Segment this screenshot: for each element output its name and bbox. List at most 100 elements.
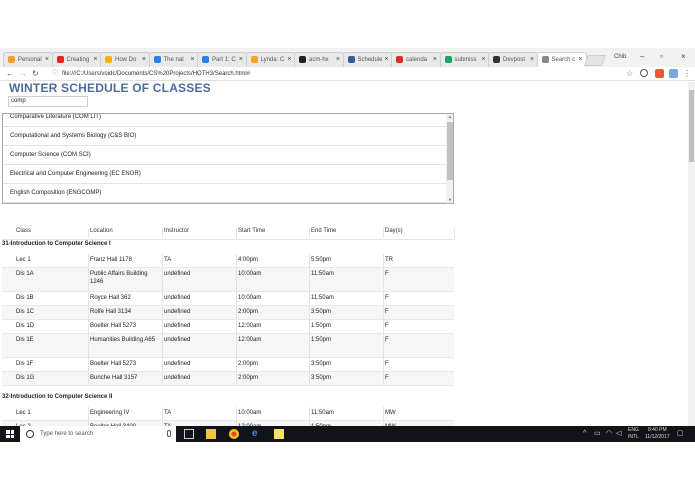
subject-option[interactable]: Computational and Systems Biology (C&S B… <box>3 127 446 146</box>
listbox-scroll-thumb[interactable] <box>447 122 453 180</box>
tab-close-icon[interactable]: × <box>142 53 146 67</box>
column-header: Class <box>16 228 32 234</box>
address-bar[interactable]: ⓘ file:///C:/Users/voidc/Documents/CS%20P… <box>52 67 250 81</box>
wifi-icon[interactable]: ◠ <box>606 426 612 442</box>
cell-divider <box>383 306 384 319</box>
extension-icon[interactable] <box>640 69 648 77</box>
extension-icon-2[interactable] <box>669 69 678 78</box>
cell-divider <box>88 407 89 420</box>
tray-chevron-icon[interactable]: ^ <box>583 426 586 442</box>
browser-tab[interactable]: Lynda: C × <box>245 52 296 67</box>
bookmark-star-icon[interactable]: ☆ <box>626 67 633 81</box>
browser-tab[interactable]: The nat × <box>148 52 199 67</box>
browser-tab[interactable]: submiss × <box>439 52 490 67</box>
header-divider <box>2 239 454 240</box>
cell-divider <box>383 334 384 357</box>
subject-option[interactable]: Computer Science (COM SCI) <box>3 146 446 165</box>
cell-divider <box>383 407 384 420</box>
cell-divider <box>309 292 310 305</box>
table-cell-days: F <box>385 295 389 301</box>
browser-tab[interactable]: acm-hx × <box>294 52 344 67</box>
volume-icon[interactable]: ◁ <box>616 426 621 442</box>
table-cell-end: 1:50pm <box>311 337 332 343</box>
subject-listbox[interactable]: Comparative Literature (COM LIT) Computat… <box>2 113 454 204</box>
tab-close-icon[interactable]: × <box>190 53 194 67</box>
subject-option[interactable]: Electrical and Computer Engineering (EC … <box>3 165 446 184</box>
scroll-down-icon[interactable]: ▼ <box>448 197 452 202</box>
browser-tab[interactable]: Personal × <box>3 52 53 67</box>
clock[interactable]: 8:40 PM 11/12/2017 <box>645 427 670 441</box>
language-indicator[interactable]: ENG INTL <box>628 427 639 441</box>
table-cell-loc: Bunche Hall 3157 <box>90 375 138 381</box>
sticky-notes-icon[interactable] <box>274 429 284 439</box>
table-cell-end: 3:50pm <box>311 361 332 367</box>
table-cell-loc: Royce Hall 362 <box>90 295 131 301</box>
tab-close-icon[interactable]: × <box>287 53 291 67</box>
page-scrollbar[interactable] <box>688 82 695 426</box>
tab-favicon-icon <box>396 56 403 63</box>
windows-start-icon[interactable] <box>6 430 14 438</box>
tab-close-icon[interactable]: × <box>239 53 243 67</box>
table-cell-end: 5:50pm <box>311 257 332 263</box>
notifications-icon[interactable]: ▢ <box>677 426 684 442</box>
cell-divider <box>309 407 310 420</box>
column-separator <box>162 228 163 238</box>
table-cell-inst: undefined <box>164 295 191 301</box>
forward-icon[interactable]: → <box>19 67 27 81</box>
tab-label: Part 1: C <box>212 57 236 63</box>
listbox-scrollbar[interactable]: ▲ ▼ <box>446 114 453 203</box>
cell-divider <box>162 372 163 385</box>
table-row: Dis 1B Royce Hall 362 undefined 10:00am 11:5… <box>2 292 454 306</box>
browser-tab[interactable]: Devpost × <box>488 52 538 67</box>
cell-divider <box>309 358 310 371</box>
opera-extension-icon[interactable] <box>655 69 664 78</box>
file-explorer-icon[interactable] <box>206 429 216 439</box>
table-cell-start: 12:00am <box>238 337 262 343</box>
taskbar-search-box[interactable]: Type here to search <box>20 426 176 442</box>
menu-icon[interactable]: ⋮ <box>683 67 691 81</box>
tab-label: Lynda: C <box>260 57 285 63</box>
subject-option[interactable]: English Composition (ENGCOMP) <box>3 184 446 203</box>
tab-close-icon[interactable]: × <box>45 53 49 67</box>
table-cell-cls: Dis 1G <box>16 375 35 381</box>
browser-tab[interactable]: How Do × <box>100 52 150 67</box>
column-header: Instructor <box>164 228 190 234</box>
cell-divider <box>309 372 310 385</box>
tab-close-icon[interactable]: × <box>384 53 388 67</box>
table-cell-cls: Dis 1F <box>16 361 34 367</box>
edge-icon[interactable]: e <box>252 429 262 439</box>
chrome-icon[interactable] <box>229 429 239 439</box>
table-row: Dis 1C Rolfe Hall 3134 undefined 2:00pm 3:50… <box>2 306 454 320</box>
cell-divider <box>236 268 237 291</box>
microphone-icon[interactable] <box>167 430 171 437</box>
task-view-icon[interactable] <box>184 429 194 439</box>
reload-icon[interactable]: ↻ <box>32 67 39 81</box>
search-input[interactable]: comp <box>8 96 88 107</box>
subject-option[interactable]: Comparative Literature (COM LIT) <box>3 114 446 127</box>
maximize-icon[interactable]: ▫ <box>660 52 663 61</box>
tab-close-icon[interactable]: × <box>93 53 97 67</box>
table-cell-cls: Dis 1E <box>16 337 34 343</box>
profile-button[interactable]: Chib <box>614 54 626 60</box>
tab-close-icon[interactable]: × <box>481 53 485 67</box>
close-window-icon[interactable]: × <box>681 52 686 61</box>
cortana-icon <box>26 430 34 438</box>
minimize-icon[interactable]: – <box>640 52 644 61</box>
tab-close-icon[interactable]: × <box>433 53 437 67</box>
tab-close-icon[interactable]: × <box>336 53 340 67</box>
table-cell-inst: undefined <box>164 271 191 277</box>
network-icon[interactable]: ▭ <box>594 426 601 442</box>
browser-tab[interactable]: Creating × <box>51 52 102 67</box>
browser-tab[interactable]: Part 1: C × <box>197 52 247 67</box>
tab-close-icon[interactable]: × <box>578 53 582 67</box>
scroll-up-icon[interactable]: ▲ <box>448 114 452 119</box>
back-icon[interactable]: ← <box>6 67 14 81</box>
browser-tab[interactable]: Schedule × <box>342 52 393 67</box>
cell-divider <box>88 334 89 357</box>
tab-close-icon[interactable]: × <box>530 53 534 67</box>
browser-tab[interactable]: calenda × <box>391 52 441 67</box>
browser-tab[interactable]: Search c × <box>536 52 587 67</box>
page-scroll-thumb[interactable] <box>689 90 694 162</box>
tab-label: How Do <box>115 57 137 63</box>
tab-favicon-icon <box>444 56 452 63</box>
